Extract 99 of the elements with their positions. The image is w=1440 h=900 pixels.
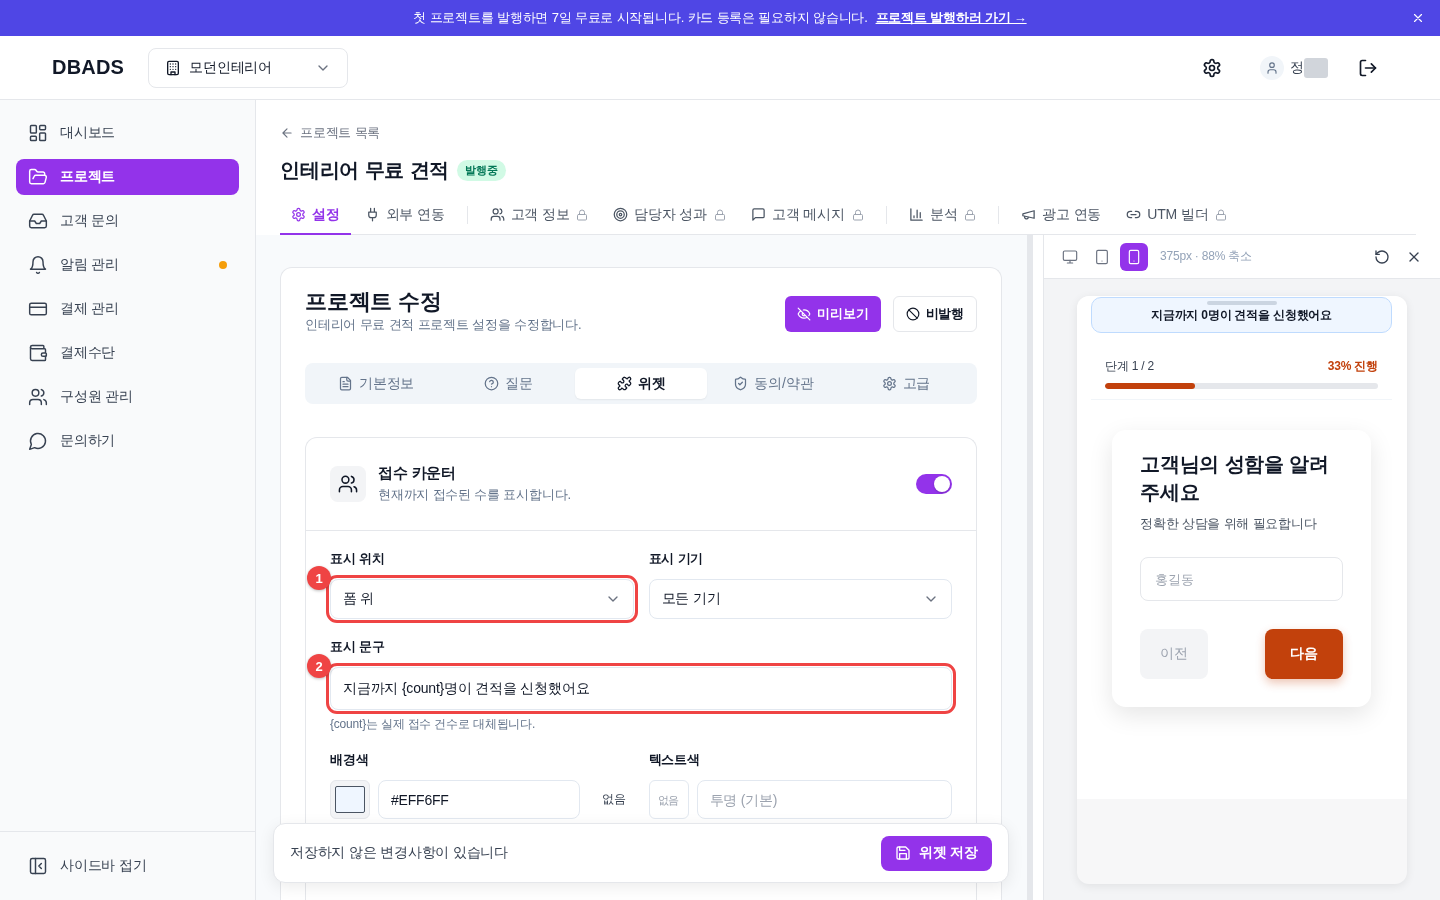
bell-icon: [28, 255, 48, 275]
user-name: 정: [1290, 58, 1304, 77]
counter-text: 지금까지 0명이 견적을 신청했어요: [1150, 306, 1333, 324]
settings-icon: [291, 207, 306, 222]
target-icon: [613, 207, 629, 222]
field-label: 배경색: [330, 752, 369, 768]
refresh-icon[interactable]: [1374, 248, 1390, 265]
question-hint: 정확한 상담을 위해 필요합니다: [1140, 515, 1318, 533]
editor-subtitle: 인테리어 무료 견적 프로젝트 설정을 수정합니다.: [305, 316, 582, 334]
clear-color-button[interactable]: 없음: [587, 791, 634, 808]
tab[interactable]: 담당자 성과: [602, 196, 738, 235]
close-icon[interactable]: [1411, 11, 1425, 25]
shield-check-icon: [733, 376, 749, 391]
question-circle-icon: [484, 376, 500, 391]
mobile-view-button[interactable]: [1120, 242, 1148, 271]
name-input[interactable]: 홍길동: [1140, 557, 1343, 601]
tab[interactable]: 광고 연동: [1010, 196, 1113, 235]
message-icon: [751, 207, 767, 222]
tab[interactable]: 고객 메시지: [740, 196, 875, 235]
annotation-marker: 2: [307, 654, 331, 678]
credit-card-icon: [28, 299, 48, 319]
text-input[interactable]: 지금까지 {count}명이 견적을 신청했어요: [330, 667, 952, 710]
annotation-marker: 1: [307, 566, 331, 590]
back-link[interactable]: 프로젝트 목록: [280, 124, 381, 142]
section-tab[interactable]: 기본정보: [310, 368, 443, 399]
field-label: 텍스트색: [648, 752, 700, 768]
color-picker-button[interactable]: [330, 780, 370, 819]
section-tab[interactable]: 위젯: [574, 368, 708, 399]
field-label: 표시 위치: [330, 551, 385, 567]
sidebar-item[interactable]: 대시보드: [16, 115, 239, 151]
unsaved-message: 저장하지 않은 변경사항이 있습니다: [290, 844, 509, 862]
select-field[interactable]: 모든 기기: [648, 579, 952, 619]
logout-icon[interactable]: [1358, 57, 1378, 78]
ban-icon: [905, 307, 920, 321]
preview-button[interactable]: 미리보기: [785, 296, 881, 332]
page-title: 인테리어 무료 견적: [280, 158, 450, 182]
building-icon: [165, 59, 182, 76]
arrow-left-icon: [280, 126, 294, 140]
megaphone-icon: [1021, 207, 1037, 222]
banner-message: 첫 프로젝트를 발행하면 7일 무료로 시작됩니다. 카드 등록은 필요하지 않습니다.: [413, 9, 868, 27]
smartphone-icon: [1126, 248, 1142, 265]
wallet-icon: [28, 343, 48, 363]
settings-icon: [881, 376, 897, 391]
collapse-sidebar-button[interactable]: 사이드바 접기: [16, 848, 239, 884]
dashboard-icon: [28, 123, 48, 143]
tab[interactable]: 고객 정보: [478, 196, 600, 235]
sidebar-item[interactable]: 결제수단: [16, 335, 239, 371]
unpublish-button[interactable]: 비발행: [892, 296, 977, 332]
hex-input[interactable]: 투명 (기본): [696, 780, 952, 819]
section-tab[interactable]: 질문: [442, 368, 575, 399]
bar-chart-icon: [908, 207, 924, 222]
folder-icon: [28, 167, 48, 187]
users-icon: [28, 387, 48, 407]
redacted-name-block: [1304, 57, 1328, 78]
field-label: 표시 문구: [330, 639, 385, 655]
monitor-icon: [1062, 248, 1078, 265]
select-field[interactable]: 폼 위: [330, 579, 634, 619]
users-icon: [489, 207, 505, 222]
scrollbar[interactable]: [1027, 235, 1033, 900]
widget-title: 접수 카운터: [378, 463, 457, 483]
step-label: 단계 1 / 2: [1105, 358, 1155, 374]
tablet-icon: [1094, 248, 1110, 265]
sidebar-item[interactable]: 프로젝트: [16, 159, 239, 195]
help-text: {count}는 실제 접수 건수로 대체됩니다.: [330, 716, 536, 732]
sidebar-item[interactable]: 문의하기: [16, 423, 239, 459]
chat-bubble-icon: [28, 431, 48, 451]
save-widget-button[interactable]: 위젯 저장: [881, 835, 992, 871]
viewport-info: 375px · 88% 축소: [1160, 248, 1252, 265]
sidebar-item[interactable]: 고객 문의: [16, 203, 239, 239]
inbox-icon: [28, 211, 48, 231]
sidebar-item[interactable]: 결제 관리: [16, 291, 239, 327]
panel-collapse-icon: [28, 856, 48, 876]
tab[interactable]: UTM 빌더: [1115, 196, 1239, 235]
avatar-icon[interactable]: [1260, 55, 1285, 80]
settings-icon[interactable]: [1202, 57, 1223, 78]
users-icon: [330, 466, 366, 502]
question-title: 고객님의 성함을 알려주세요: [1140, 452, 1330, 505]
field-label: 표시 기기: [648, 551, 704, 567]
hex-input[interactable]: #EFF6FF: [378, 780, 580, 819]
widget-description: 현재까지 접수된 수를 표시합니다.: [378, 486, 571, 504]
workspace-select[interactable]: 모던인테리어: [148, 47, 349, 88]
sidebar-item[interactable]: 구성원 관리: [16, 379, 239, 415]
sidebar-item[interactable]: 알림 관리: [16, 247, 239, 283]
puzzle-icon: [616, 376, 632, 391]
section-tab[interactable]: 동의/약관: [707, 368, 840, 399]
color-swatch-field[interactable]: 없음: [648, 780, 689, 819]
status-badge: 발행중: [457, 159, 506, 181]
tab[interactable]: 분석: [897, 196, 988, 235]
tab[interactable]: 외부 연동: [353, 196, 456, 235]
logo: DBADS: [52, 56, 125, 79]
banner-link[interactable]: 프로젝트 발행하러 가기 →: [875, 9, 1027, 27]
eye-slash-icon: [797, 307, 812, 321]
toggle-switch[interactable]: [916, 474, 952, 494]
next-button[interactable]: 다음: [1265, 629, 1343, 679]
editor-title: 프로젝트 수정: [305, 288, 443, 316]
drag-handle: [1206, 301, 1277, 305]
document-icon: [338, 376, 354, 391]
progress-label: 33% 진행: [1327, 358, 1378, 374]
section-tab[interactable]: 고급: [839, 368, 973, 399]
